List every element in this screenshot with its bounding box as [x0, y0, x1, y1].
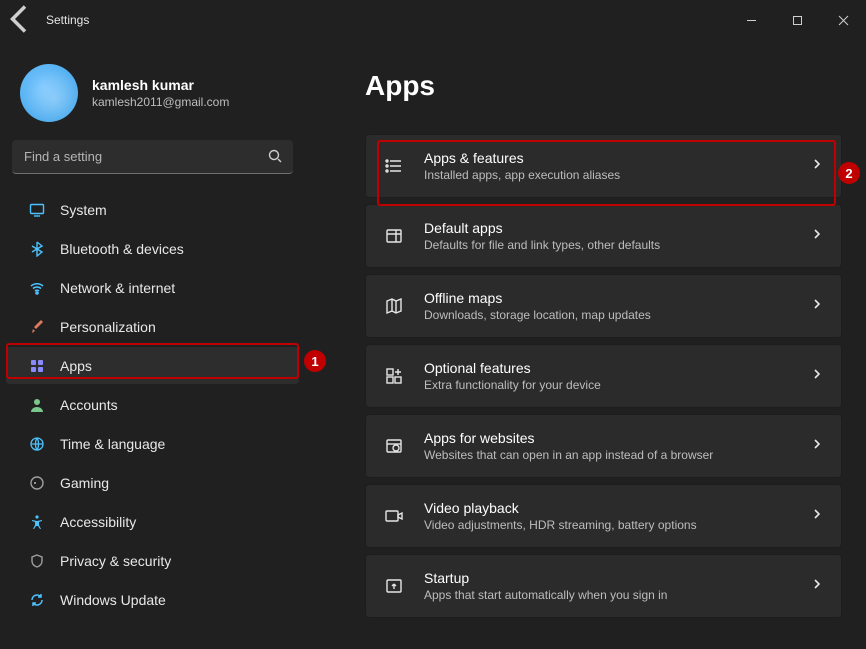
card-video-playback[interactable]: Video playback Video adjustments, HDR str…: [365, 484, 842, 548]
card-title: Startup: [424, 570, 791, 586]
sidebar-item-time[interactable]: Time & language: [6, 425, 299, 462]
card-desc: Apps that start automatically when you s…: [424, 588, 791, 602]
sidebar-item-apps[interactable]: Apps: [6, 347, 299, 384]
sidebar-item-label: Accessibility: [60, 514, 136, 530]
sidebar-item-label: Apps: [60, 358, 92, 374]
grid-add-icon: [384, 366, 404, 386]
chevron-right-icon: [811, 577, 823, 595]
sidebar-item-accessibility[interactable]: Accessibility: [6, 503, 299, 540]
sidebar-item-label: Windows Update: [60, 592, 166, 608]
sidebar-item-network[interactable]: Network & internet: [6, 269, 299, 306]
card-title: Video playback: [424, 500, 791, 516]
back-button[interactable]: [0, 0, 40, 42]
page-title: Apps: [365, 70, 842, 102]
gaming-icon: [28, 474, 46, 492]
card-apps-features[interactable]: Apps & features Installed apps, app execu…: [365, 134, 842, 198]
title-bar: Settings: [0, 0, 866, 40]
globe-icon: [28, 435, 46, 453]
website-icon: [384, 436, 404, 456]
chevron-right-icon: [811, 437, 823, 455]
minimize-button[interactable]: [728, 0, 774, 40]
sidebar-item-privacy[interactable]: Privacy & security: [6, 542, 299, 579]
chevron-right-icon: [811, 507, 823, 525]
card-desc: Video adjustments, HDR streaming, batter…: [424, 518, 791, 532]
system-icon: [28, 201, 46, 219]
card-startup[interactable]: Startup Apps that start automatically whe…: [365, 554, 842, 618]
main-panel: Apps Apps & features Installed apps, app …: [305, 40, 866, 649]
search-icon: [267, 148, 283, 169]
card-offline-maps[interactable]: Offline maps Downloads, storage location,…: [365, 274, 842, 338]
sidebar-item-label: Accounts: [60, 397, 118, 413]
card-optional-features[interactable]: Optional features Extra functionality for…: [365, 344, 842, 408]
chevron-right-icon: [811, 367, 823, 385]
wifi-icon: [28, 279, 46, 297]
apps-icon: [28, 357, 46, 375]
card-title: Apps & features: [424, 150, 791, 166]
video-icon: [384, 506, 404, 526]
sidebar-item-label: System: [60, 202, 107, 218]
chevron-right-icon: [811, 227, 823, 245]
card-list: Apps & features Installed apps, app execu…: [365, 134, 842, 618]
card-default-apps[interactable]: Default apps Defaults for file and link t…: [365, 204, 842, 268]
paintbrush-icon: [28, 318, 46, 336]
profile-name: kamlesh kumar: [92, 77, 229, 93]
sidebar-item-label: Personalization: [60, 319, 156, 335]
bluetooth-icon: [28, 240, 46, 258]
sidebar-item-update[interactable]: Windows Update: [6, 581, 299, 618]
card-desc: Defaults for file and link types, other …: [424, 238, 791, 252]
list-icon: [384, 156, 404, 176]
window-title: Settings: [46, 13, 89, 27]
card-title: Default apps: [424, 220, 791, 236]
card-title: Optional features: [424, 360, 791, 376]
card-desc: Extra functionality for your device: [424, 378, 791, 392]
nav-list: System Bluetooth & devices Network & int…: [0, 190, 305, 619]
profile-block[interactable]: kamlesh kumar kamlesh2011@gmail.com: [0, 50, 305, 140]
close-button[interactable]: [820, 0, 866, 40]
startup-icon: [384, 576, 404, 596]
chevron-right-icon: [811, 157, 823, 175]
sidebar-item-label: Bluetooth & devices: [60, 241, 184, 257]
accessibility-icon: [28, 513, 46, 531]
maximize-button[interactable]: [774, 0, 820, 40]
sidebar-item-personalization[interactable]: Personalization: [6, 308, 299, 345]
sidebar-item-gaming[interactable]: Gaming: [6, 464, 299, 501]
sidebar-item-accounts[interactable]: Accounts: [6, 386, 299, 423]
sidebar-item-system[interactable]: System: [6, 191, 299, 228]
chevron-right-icon: [811, 297, 823, 315]
avatar: [20, 64, 78, 122]
annotation-badge-1: 1: [304, 350, 326, 372]
card-desc: Websites that can open in an app instead…: [424, 448, 791, 462]
update-icon: [28, 591, 46, 609]
sidebar-item-bluetooth[interactable]: Bluetooth & devices: [6, 230, 299, 267]
profile-email: kamlesh2011@gmail.com: [92, 95, 229, 109]
card-title: Apps for websites: [424, 430, 791, 446]
person-icon: [28, 396, 46, 414]
card-desc: Installed apps, app execution aliases: [424, 168, 791, 182]
sidebar-item-label: Gaming: [60, 475, 109, 491]
sidebar: kamlesh kumar kamlesh2011@gmail.com Syst…: [0, 40, 305, 649]
map-icon: [384, 296, 404, 316]
card-desc: Downloads, storage location, map updates: [424, 308, 791, 322]
annotation-badge-2: 2: [838, 162, 860, 184]
shield-icon: [28, 552, 46, 570]
default-apps-icon: [384, 226, 404, 246]
sidebar-item-label: Privacy & security: [60, 553, 171, 569]
card-title: Offline maps: [424, 290, 791, 306]
sidebar-item-label: Time & language: [60, 436, 165, 452]
sidebar-item-label: Network & internet: [60, 280, 175, 296]
search-input[interactable]: [12, 140, 293, 174]
card-apps-websites[interactable]: Apps for websites Websites that can open …: [365, 414, 842, 478]
